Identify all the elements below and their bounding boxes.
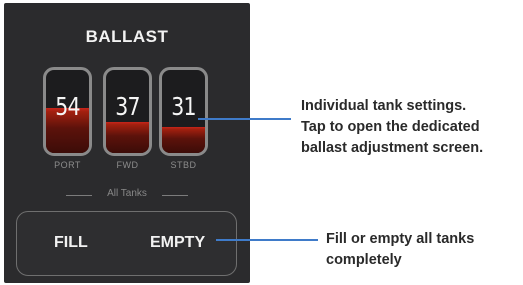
tanks-callout-line-2: Tap to open the dedicated [301, 119, 480, 135]
tank-fwd-value: 37 [115, 92, 140, 121]
ballast-title: BALLAST [85, 27, 169, 46]
all-tanks-callout-line-2: completely [326, 252, 402, 268]
tank-stbd-label: STBD [170, 160, 197, 170]
all-tanks-callout-line [216, 239, 318, 241]
all-tanks-divider: All Tanks [4, 188, 250, 202]
tank-port-label: PORT [54, 160, 81, 170]
tank-stbd-level [162, 127, 205, 153]
all-tanks-callout-line-1: Fill or empty all tanks [326, 231, 475, 247]
tank-port-value: 54 [55, 92, 80, 121]
tanks-callout-line-3: ballast adjustment screen. [301, 140, 484, 156]
fill-all-button[interactable]: FILL [54, 234, 88, 252]
tank-fwd-label: FWD [116, 160, 139, 170]
empty-all-button[interactable]: EMPTY [150, 234, 205, 252]
tank-stbd-value: 31 [171, 92, 196, 121]
tank-port-button[interactable]: 54 [43, 67, 92, 156]
all-tanks-callout-text: Fill or empty all tanks completely [326, 229, 474, 271]
tank-fwd-button[interactable]: 37 [103, 67, 152, 156]
all-tanks-label: All Tanks [107, 188, 147, 199]
tanks-callout-text: Individual tank settings. Tap to open th… [301, 96, 483, 159]
fill-empty-control: FILL EMPTY [16, 211, 237, 276]
ballast-panel: BALLAST 54 37 31 PORT FWD STBD All Tanks… [4, 3, 250, 283]
divider-line-right [162, 195, 188, 196]
tanks-callout-line-1: Individual tank settings. [301, 98, 467, 114]
tank-stbd-button[interactable]: 31 [159, 67, 208, 156]
tank-fwd-level [106, 122, 149, 153]
tanks-callout-line [198, 118, 291, 120]
